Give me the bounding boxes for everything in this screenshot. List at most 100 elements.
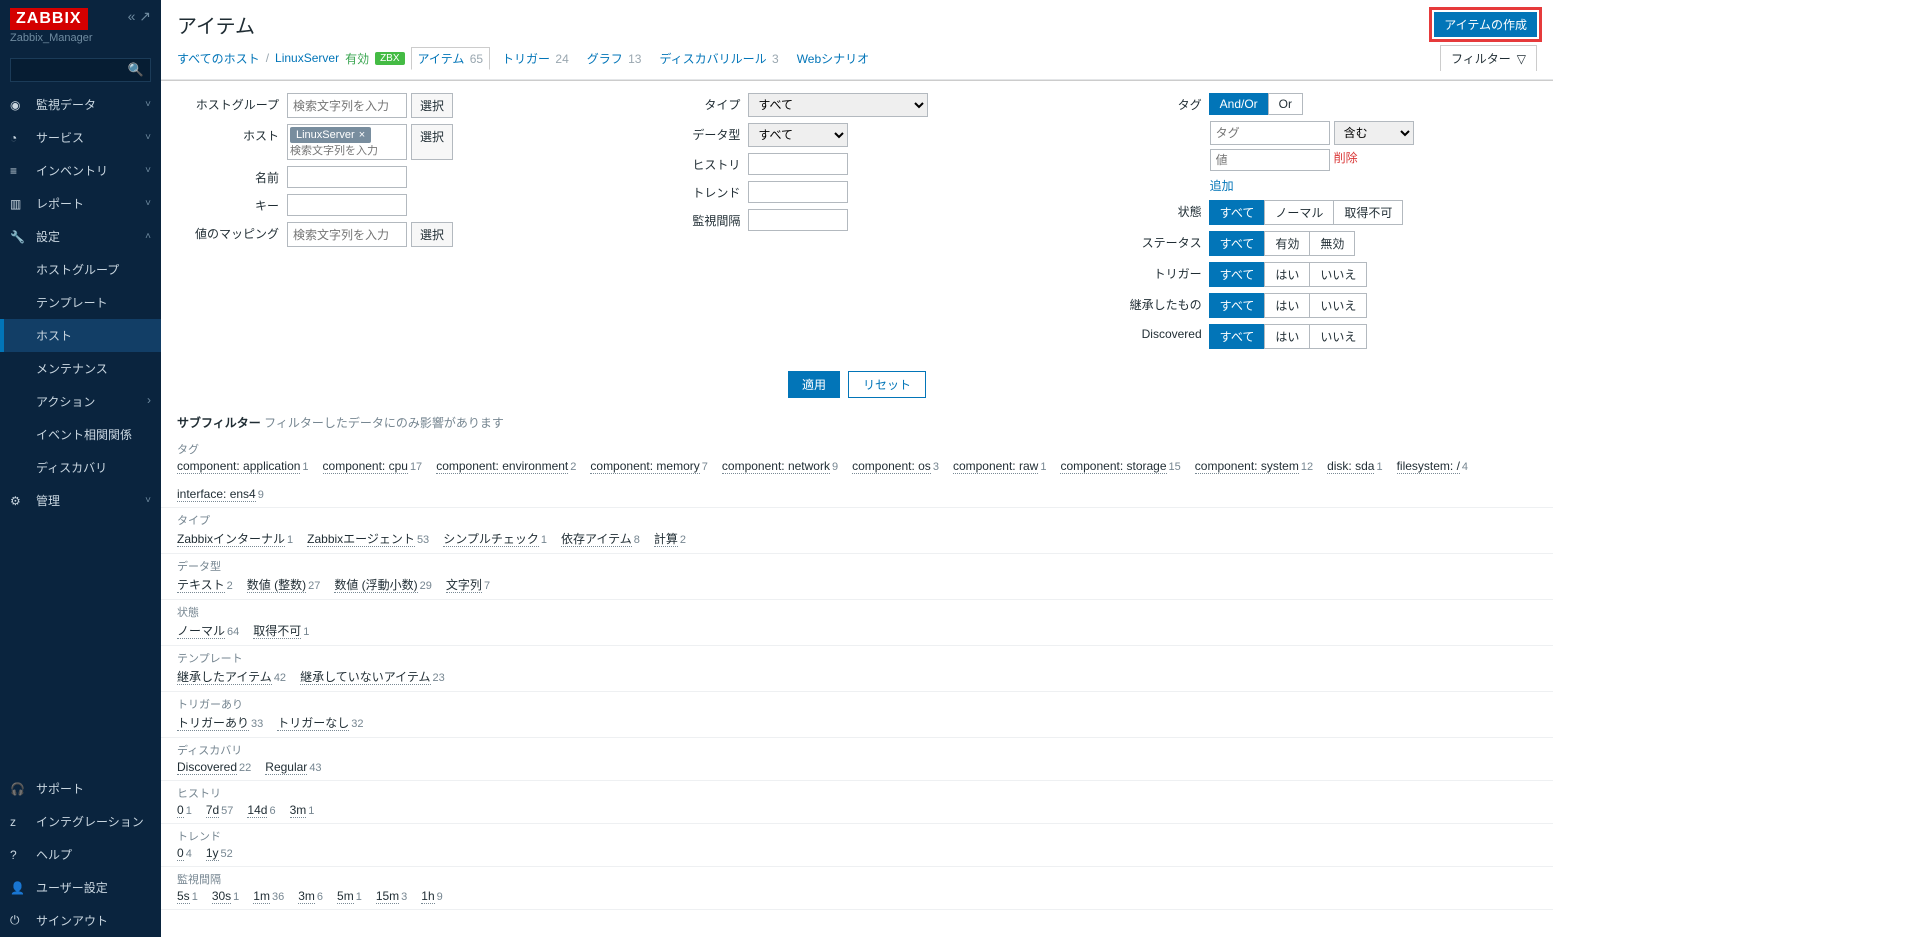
trigger-opt-2[interactable]: いいえ: [1309, 262, 1367, 287]
subfilter-item[interactable]: component: system12: [1195, 459, 1313, 473]
subfilter-item[interactable]: シンプルチェック1: [443, 530, 547, 547]
create-item-button[interactable]: アイテムの作成: [1434, 12, 1537, 37]
discovered-opt-0[interactable]: すべて: [1209, 324, 1266, 349]
tag-andor-button[interactable]: And/Or: [1209, 93, 1269, 115]
tag-name-input[interactable]: [1210, 121, 1330, 145]
state-opt-1[interactable]: ノーマル: [1264, 200, 1334, 225]
subfilter-item[interactable]: disk: sda1: [1327, 459, 1382, 473]
type-select[interactable]: すべて: [748, 93, 928, 117]
subfilter-item[interactable]: 5m1: [337, 889, 362, 903]
subfilter-item[interactable]: 取得不可1: [253, 622, 309, 639]
subfilter-item[interactable]: Discovered22: [177, 760, 251, 774]
discovered-opt-1[interactable]: はい: [1264, 324, 1310, 349]
subfilter-item[interactable]: interface: ens49: [177, 487, 264, 501]
sidebar-footer-0[interactable]: 🎧サポート: [0, 772, 161, 805]
trigger-opt-1[interactable]: はい: [1264, 262, 1310, 287]
filter-toggle[interactable]: フィルター ▽: [1440, 45, 1537, 71]
search-box[interactable]: 🔍: [10, 58, 151, 82]
subfilter-item[interactable]: 7d57: [206, 803, 234, 817]
reset-button[interactable]: リセット: [848, 371, 926, 398]
tag-remove-link[interactable]: 削除: [1334, 149, 1358, 171]
subfilter-item[interactable]: 04: [177, 846, 192, 860]
history-input[interactable]: [748, 153, 848, 175]
sidebar-section-0[interactable]: ◉監視データ˅: [0, 88, 161, 121]
subfilter-item[interactable]: component: application1: [177, 459, 309, 473]
sidebar-section-1[interactable]: ◔サービス˅: [0, 121, 161, 154]
subfilter-item[interactable]: 継承していないアイテム23: [300, 668, 445, 685]
subfilter-item[interactable]: 1y52: [206, 846, 233, 860]
sidebar-footer-4[interactable]: ⏻サインアウト: [0, 904, 161, 937]
subfilter-item[interactable]: component: raw1: [953, 459, 1047, 473]
sidebar-footer-2[interactable]: ?ヘルプ: [0, 838, 161, 871]
discovered-opt-2[interactable]: いいえ: [1309, 324, 1367, 349]
subfilter-item[interactable]: 数値 (整数)27: [247, 576, 321, 593]
sidebar-section-5[interactable]: ⚙管理˅: [0, 484, 161, 517]
subfilter-item[interactable]: 14d6: [247, 803, 275, 817]
sidebar-section-3[interactable]: ▥レポート˅: [0, 187, 161, 220]
trend-input[interactable]: [748, 181, 848, 203]
sidebar-sub-1[interactable]: テンプレート: [0, 286, 161, 319]
host-input[interactable]: [290, 145, 404, 157]
subfilter-item[interactable]: component: environment2: [436, 459, 576, 473]
sidebar-section-2[interactable]: ≡インベントリ˅: [0, 154, 161, 187]
subfilter-item[interactable]: 計算2: [654, 530, 686, 547]
subfilter-item[interactable]: 30s1: [212, 889, 239, 903]
subfilter-item[interactable]: component: network9: [722, 459, 838, 473]
subfilter-item[interactable]: トリガーあり33: [177, 714, 263, 731]
status-opt-0[interactable]: すべて: [1209, 231, 1266, 256]
tag-add-link[interactable]: 追加: [1210, 177, 1234, 194]
hostgroup-select-button[interactable]: 選択: [411, 93, 453, 118]
collapse-icon[interactable]: « ↗: [128, 8, 151, 25]
subfilter-item[interactable]: 01: [177, 803, 192, 817]
name-input[interactable]: [287, 166, 407, 188]
tab-discovery[interactable]: ディスカバリルール 3: [653, 48, 784, 69]
tab-graphs[interactable]: グラフ 13: [581, 48, 648, 69]
tag-or-button[interactable]: Or: [1268, 93, 1303, 115]
apply-button[interactable]: 適用: [788, 371, 840, 398]
hostgroup-input[interactable]: [287, 93, 407, 118]
valmap-select-button[interactable]: 選択: [411, 222, 453, 247]
tab-web[interactable]: Webシナリオ: [791, 48, 875, 69]
subfilter-item[interactable]: 1m36: [253, 889, 284, 903]
trigger-opt-0[interactable]: すべて: [1209, 262, 1266, 287]
sidebar-sub-2[interactable]: ホスト: [0, 319, 161, 352]
sidebar-sub-3[interactable]: メンテナンス: [0, 352, 161, 385]
subfilter-item[interactable]: 3m6: [298, 889, 323, 903]
status-opt-2[interactable]: 無効: [1309, 231, 1355, 256]
subfilter-item[interactable]: component: memory7: [590, 459, 708, 473]
inherited-opt-2[interactable]: いいえ: [1309, 293, 1367, 318]
sidebar-section-4[interactable]: 🔧設定˄: [0, 220, 161, 253]
breadcrumb-all-hosts[interactable]: すべてのホスト: [177, 50, 260, 67]
state-opt-0[interactable]: すべて: [1209, 200, 1266, 225]
tab-triggers[interactable]: トリガー 24: [496, 48, 575, 69]
subfilter-item[interactable]: component: cpu17: [323, 459, 423, 473]
sidebar-sub-4[interactable]: アクション: [0, 385, 161, 418]
subfilter-item[interactable]: トリガーなし32: [277, 714, 363, 731]
subfilter-item[interactable]: Regular43: [265, 760, 321, 774]
interval-input[interactable]: [748, 209, 848, 231]
subfilter-item[interactable]: 3m1: [290, 803, 315, 817]
host-chip[interactable]: LinuxServer ×: [290, 127, 371, 143]
datatype-select[interactable]: すべて: [748, 123, 848, 147]
subfilter-item[interactable]: 5s1: [177, 889, 198, 903]
subfilter-item[interactable]: 継承したアイテム42: [177, 668, 286, 685]
sidebar-sub-6[interactable]: ディスカバリ: [0, 451, 161, 484]
subfilter-item[interactable]: 1h9: [421, 889, 442, 903]
subfilter-item[interactable]: component: storage15: [1060, 459, 1180, 473]
breadcrumb-host[interactable]: LinuxServer: [275, 51, 339, 65]
key-input[interactable]: [287, 194, 407, 216]
subfilter-item[interactable]: 依存アイテム8: [561, 530, 640, 547]
valmap-input[interactable]: [287, 222, 407, 247]
sidebar-footer-1[interactable]: zインテグレーション: [0, 805, 161, 838]
status-opt-1[interactable]: 有効: [1264, 231, 1310, 256]
tab-items[interactable]: アイテム 65: [411, 47, 491, 70]
tag-op-select[interactable]: 含む: [1334, 121, 1414, 145]
subfilter-item[interactable]: Zabbixインターナル1: [177, 530, 293, 547]
subfilter-item[interactable]: component: os3: [852, 459, 939, 473]
remove-chip-icon[interactable]: ×: [359, 129, 365, 141]
sidebar-sub-0[interactable]: ホストグループ: [0, 253, 161, 286]
subfilter-item[interactable]: filesystem: /4: [1397, 459, 1468, 473]
tag-value-input[interactable]: [1210, 149, 1330, 171]
state-opt-2[interactable]: 取得不可: [1333, 200, 1403, 225]
subfilter-item[interactable]: 数値 (浮動小数)29: [334, 576, 432, 593]
